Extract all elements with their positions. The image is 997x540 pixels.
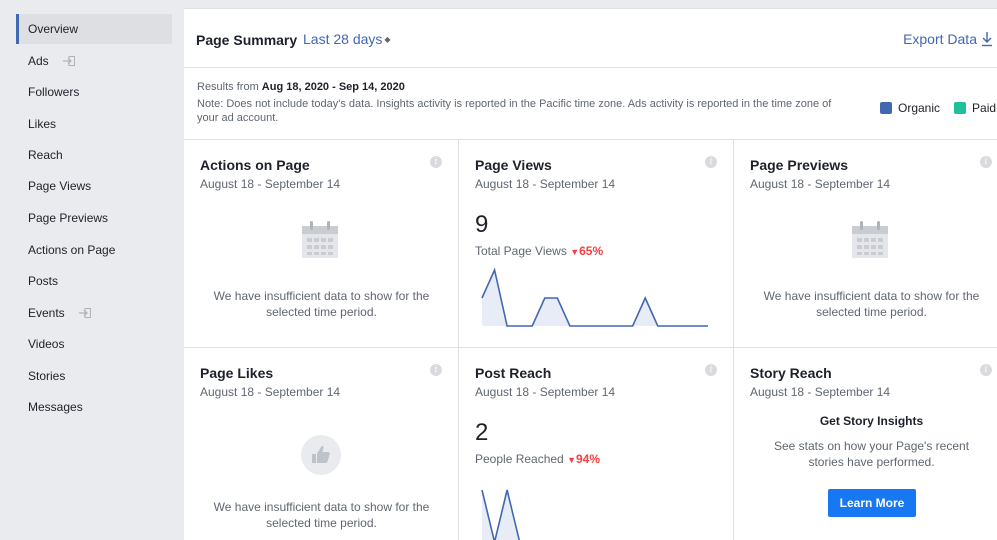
sidebar-item-events[interactable]: Events [16, 298, 172, 328]
card-title: Actions on Page [200, 157, 310, 173]
card-actions-on-page: Actions on Page August 18 - September 14… [184, 140, 459, 348]
learn-more-button[interactable]: Learn More [828, 489, 916, 517]
results-range: Results from Aug 18, 2020 - Sep 14, 2020 [197, 81, 405, 93]
metric-value: 9 [475, 211, 489, 238]
change-percent: 65% [579, 244, 604, 258]
download-icon [982, 32, 992, 47]
sidebar-item-followers[interactable]: Followers [16, 77, 172, 107]
sidebar-item-overview[interactable]: Overview [16, 14, 172, 44]
sidebar-item-videos[interactable]: Videos [16, 329, 172, 359]
info-icon[interactable]: i [430, 156, 442, 168]
page-summary-panel: Page Summary Last 28 days ◆ Export Data R… [184, 8, 997, 540]
sidebar-item-page-previews[interactable]: Page Previews [16, 203, 172, 233]
sort-caret-icon: ◆ [384, 35, 391, 44]
sparkline-line [481, 267, 708, 327]
results-info: Results from Aug 18, 2020 - Sep 14, 2020… [184, 69, 997, 140]
info-icon[interactable]: i [980, 156, 992, 168]
empty-message: We have insufficient data to show for th… [213, 289, 430, 319]
sidebar-item-actions-on-page[interactable]: Actions on Page [16, 235, 172, 265]
sidebar-item-stories[interactable]: Stories [16, 361, 172, 391]
sparkline-area [482, 270, 708, 326]
sidebar: Overview Ads Followers Likes Reach Page … [0, 0, 184, 540]
card-title: Page Views [475, 157, 552, 173]
down-triangle-icon: ▼ [567, 455, 576, 465]
card-title: Page Likes [200, 365, 274, 381]
organic-swatch [880, 102, 892, 114]
change-percent: 94% [576, 452, 601, 466]
info-icon[interactable]: i [980, 364, 992, 376]
info-icon[interactable]: i [430, 364, 442, 376]
metric-label: Total Page Views ▼65% [475, 244, 604, 258]
card-post-reach: Post Reach August 18 - September 14 i 2 … [459, 348, 734, 540]
page-views-sparkline [481, 267, 708, 327]
export-arrow-icon [62, 56, 75, 66]
sidebar-item-posts[interactable]: Posts [16, 266, 172, 296]
card-title: Page Previews [750, 157, 849, 173]
sparkline-area [482, 490, 520, 540]
story-insights-text: See stats on how your Page's recent stor… [773, 439, 970, 469]
sidebar-item-ads[interactable]: Ads [16, 46, 172, 76]
legend-organic[interactable]: Organic [880, 101, 940, 115]
card-title: Story Reach [750, 365, 832, 381]
card-subtitle: August 18 - September 14 [750, 177, 891, 191]
calendar-icon [302, 221, 338, 258]
empty-message: We have insufficient data to show for th… [763, 289, 980, 319]
sidebar-item-page-views[interactable]: Page Views [16, 171, 172, 201]
card-subtitle: August 18 - September 14 [200, 177, 341, 191]
summary-header: Page Summary Last 28 days ◆ Export Data [184, 9, 997, 68]
metric-label: People Reached ▼94% [475, 452, 601, 466]
empty-message: We have insufficient data to show for th… [213, 500, 430, 530]
info-icon[interactable]: i [705, 156, 717, 168]
card-subtitle: August 18 - September 14 [200, 385, 341, 399]
card-page-views: Page Views August 18 - September 14 i 9 … [459, 140, 734, 348]
post-reach-sparkline [481, 489, 521, 540]
legend: Organic Paid [880, 101, 997, 115]
export-arrow-icon [78, 308, 91, 318]
metric-value: 2 [475, 419, 489, 446]
card-subtitle: August 18 - September 14 [475, 177, 616, 191]
paid-swatch [954, 102, 967, 114]
down-triangle-icon: ▼ [570, 247, 580, 257]
card-page-likes: Page Likes August 18 - September 14 i We… [184, 348, 459, 540]
results-note: Note: Does not include today's data. Ins… [197, 98, 832, 124]
sidebar-item-messages[interactable]: Messages [16, 392, 172, 422]
calendar-icon [852, 221, 888, 258]
card-story-reach: Story Reach August 18 - September 14 i G… [734, 348, 997, 540]
page-title: Page Summary [196, 32, 298, 48]
date-range-selector[interactable]: Last 28 days ◆ [303, 31, 391, 47]
thumbs-up-icon [301, 435, 341, 475]
sidebar-item-reach[interactable]: Reach [16, 140, 172, 170]
sidebar-item-likes[interactable]: Likes [16, 109, 172, 139]
card-page-previews: Page Previews August 18 - September 14 i… [734, 140, 997, 348]
card-title: Post Reach [475, 365, 552, 381]
card-subtitle: August 18 - September 14 [475, 385, 616, 399]
story-insights-heading: Get Story Insights [819, 414, 924, 428]
card-subtitle: August 18 - September 14 [750, 385, 891, 399]
info-icon[interactable]: i [705, 364, 717, 376]
export-data-link[interactable]: Export Data [903, 31, 993, 47]
legend-paid[interactable]: Paid [954, 101, 996, 115]
